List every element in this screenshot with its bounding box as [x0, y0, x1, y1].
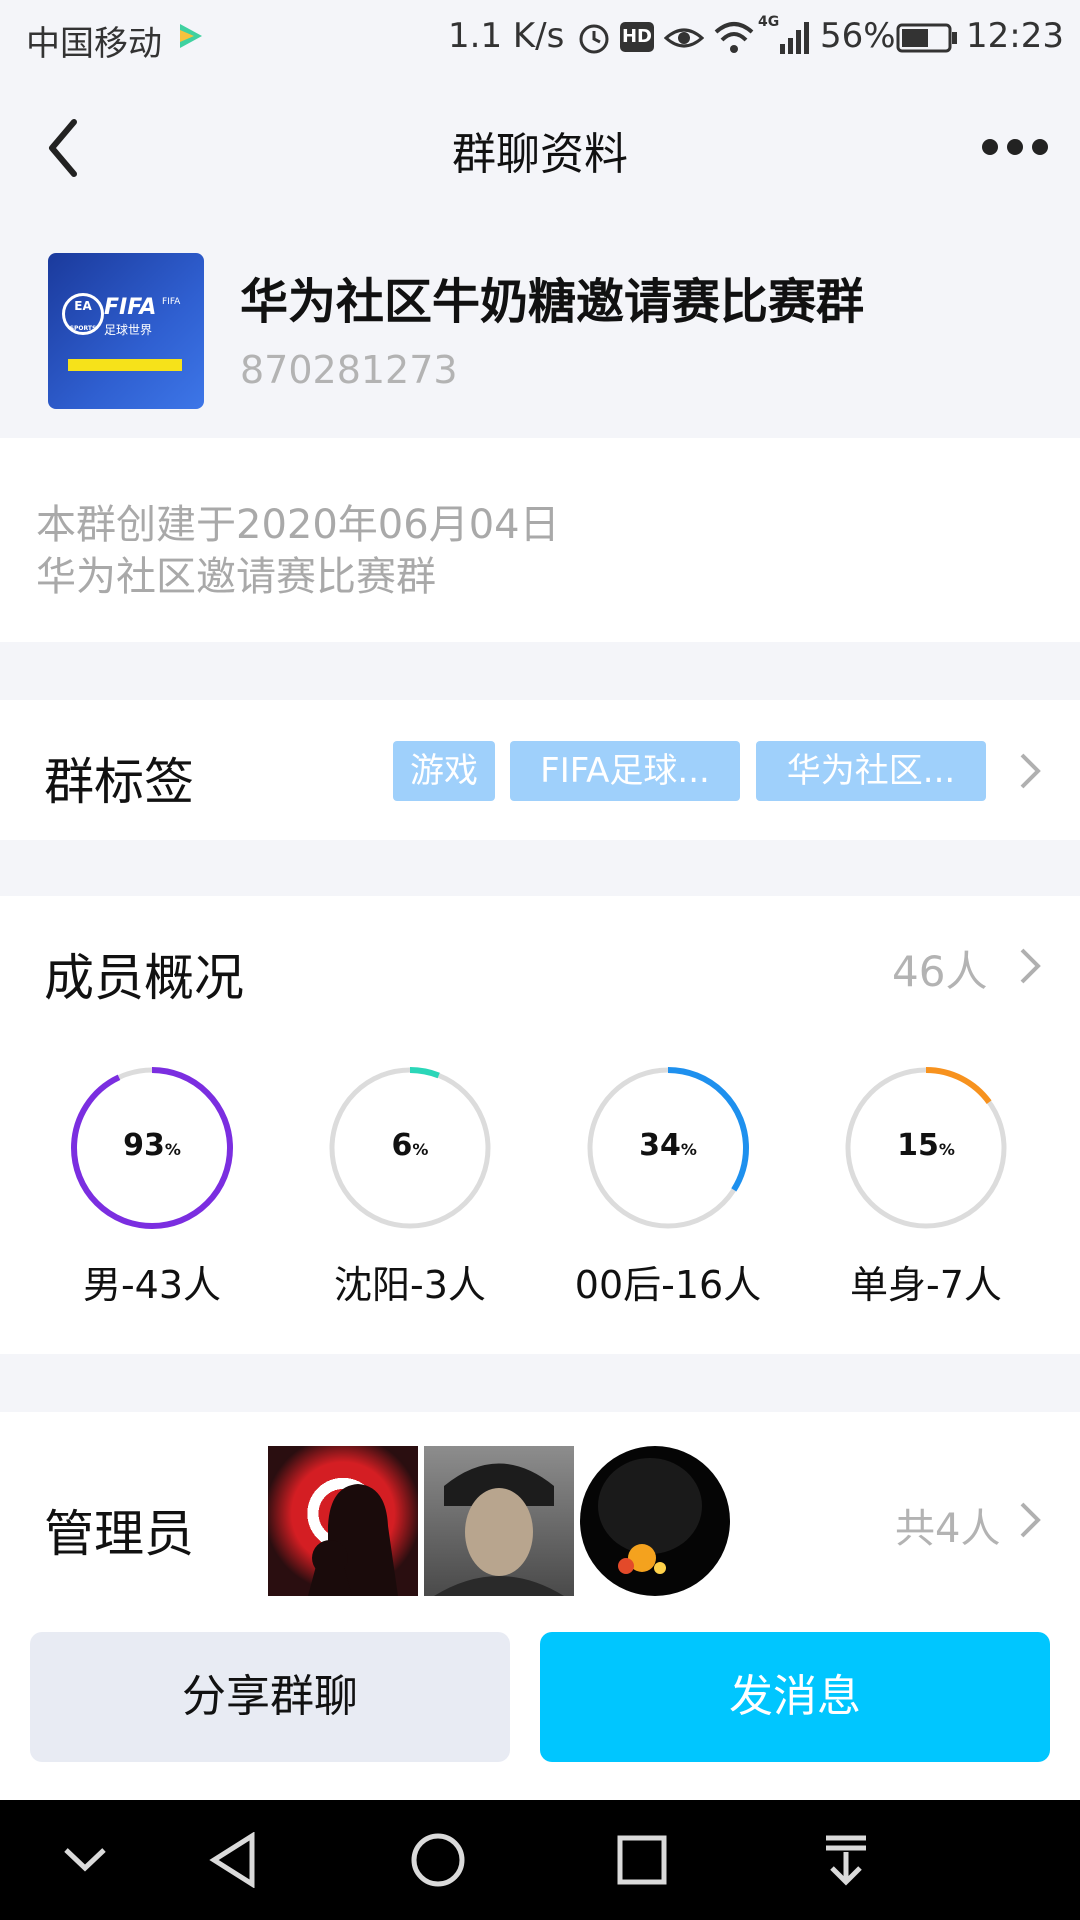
admins-label: 管理员	[44, 1505, 194, 1563]
stat-caption: 沈阳-3人	[334, 1263, 486, 1307]
home-circle-icon[interactable]	[410, 1832, 466, 1888]
admins-count: 共4人	[895, 1506, 1001, 1552]
video-app-icon	[176, 22, 204, 50]
group-name: 华为社区牛奶糖邀请赛比赛群	[240, 274, 865, 330]
more-dots-icon	[982, 139, 1048, 155]
stat-caption: 单身-7人	[850, 1263, 1002, 1307]
chevron-down-icon[interactable]	[60, 1840, 110, 1880]
wifi-icon	[712, 18, 756, 62]
ring-value: 15%	[836, 1128, 1016, 1163]
ring-number: 6	[391, 1128, 413, 1163]
stat-caption: 00后-16人	[574, 1263, 762, 1307]
desc-created: 本群创建于2020年06月04日	[36, 502, 560, 548]
system-nav-bar	[0, 1800, 1080, 1920]
ring-number: 34	[639, 1128, 681, 1163]
chevron-right-icon	[1020, 948, 1041, 984]
admins-row[interactable]: 管理员 共4人	[0, 1412, 1080, 1622]
tag-item: 华为社区...	[756, 741, 986, 801]
ring-percent-sign: %	[938, 1140, 955, 1159]
admin-avatar[interactable]	[580, 1446, 730, 1596]
notification-pulldown-icon[interactable]	[820, 1832, 872, 1888]
back-triangle-icon[interactable]	[208, 1832, 258, 1888]
avatar-subtitle: 足球世界	[104, 323, 153, 337]
ring-number: 15	[897, 1128, 939, 1163]
tag-item: FIFA足球...	[510, 741, 740, 801]
chevron-right-icon	[1020, 753, 1041, 789]
carrier-label: 中国移动	[26, 24, 162, 64]
stat-ring: 93%	[62, 1058, 242, 1242]
members-count[interactable]: 46人	[892, 938, 987, 999]
tags-label: 群标签	[44, 753, 194, 811]
status-bar: 中国移动 1.1 K/s HD 4G 56% 12:23	[0, 0, 1080, 76]
avatar-small-text: FIFA	[162, 297, 181, 307]
admin-avatar[interactable]	[424, 1446, 574, 1596]
signal-icon	[780, 18, 812, 58]
nav-bar: 群聊资料	[0, 76, 1080, 224]
ring-value: 6%	[320, 1128, 500, 1163]
tags-row[interactable]: 群标签 游戏 FIFA足球... 华为社区...	[0, 700, 1080, 840]
ea-logo: EA SPORTS	[62, 293, 104, 335]
stat-ring: 15%	[836, 1058, 1016, 1242]
ring-value: 34%	[578, 1128, 758, 1163]
send-message-button[interactable]: 发消息	[540, 1632, 1050, 1762]
ring-percent-sign: %	[680, 1140, 697, 1159]
ring-percent-sign: %	[164, 1140, 181, 1159]
battery-percent: 56%	[820, 16, 896, 56]
network-type: 4G	[758, 14, 780, 30]
network-speed: 1.1 K/s	[448, 16, 565, 56]
avatar-fifa-text: FIFA	[104, 295, 157, 320]
stat-ring: 6%	[320, 1058, 500, 1242]
battery-icon	[896, 22, 958, 58]
desc-intro: 华为社区邀请赛比赛群	[36, 554, 436, 600]
ring-percent-sign: %	[412, 1140, 429, 1159]
ring-number: 93	[123, 1128, 165, 1163]
group-avatar[interactable]: EA SPORTS FIFA 足球世界 FIFA	[48, 253, 204, 409]
clock: 12:23	[966, 16, 1064, 56]
ring-value: 93%	[62, 1128, 242, 1163]
tag-item: 游戏	[393, 741, 495, 801]
share-group-button[interactable]: 分享群聊	[30, 1632, 510, 1762]
hd-badge: HD	[620, 22, 654, 52]
alarm-icon	[576, 20, 612, 60]
avatar-yellow-bar	[68, 359, 182, 371]
more-button[interactable]	[980, 132, 1050, 166]
stat-caption: 男-43人	[82, 1263, 222, 1307]
members-label: 成员概况	[44, 949, 244, 1007]
members-overview: 成员概况 46人 93% 男-43人 6% 沈阳-3人 34% 00后-16人 15% 单身-…	[0, 896, 1080, 1354]
admin-avatar[interactable]	[268, 1446, 418, 1596]
page-title: 群聊资料	[452, 129, 628, 180]
eye-icon	[663, 20, 705, 60]
group-description: 本群创建于2020年06月04日 华为社区邀请赛比赛群	[0, 438, 1080, 642]
recent-apps-icon[interactable]	[616, 1834, 668, 1886]
stat-ring: 34%	[578, 1058, 758, 1242]
chevron-right-icon	[1020, 1502, 1041, 1538]
group-id: 870281273	[240, 348, 458, 392]
